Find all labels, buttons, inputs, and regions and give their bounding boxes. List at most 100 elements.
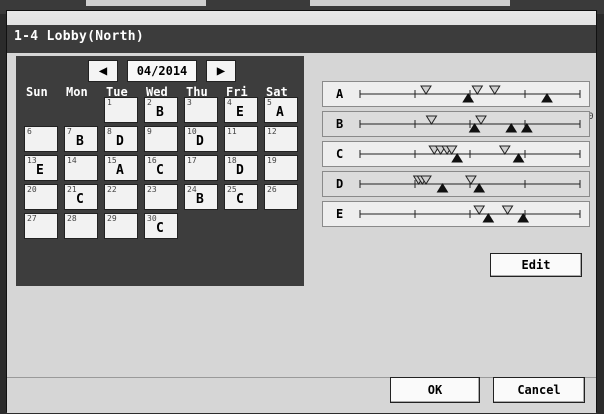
month-label: 04/2014 [127, 60, 197, 82]
on-event-icon [473, 183, 486, 193]
calendar-day-15[interactable]: 15 A [104, 155, 138, 181]
calendar-day-28[interactable]: 28 [64, 213, 98, 239]
calendar-day-23[interactable]: 23 [144, 184, 178, 210]
calendar-day-13[interactable]: 13 E [24, 155, 58, 181]
day-number: 2 [147, 98, 152, 107]
on-event-icon [462, 93, 475, 103]
off-event-icon [420, 85, 432, 95]
calendar-panel: ◀ 04/2014 ▶ Sun Mon Tue Wed Thu Fri Sat 12B34E… [16, 56, 304, 286]
calendar-day-9[interactable]: 9 [144, 126, 178, 152]
calendar-day-24[interactable]: 24 B [184, 184, 218, 210]
day-number: 27 [27, 214, 37, 223]
calendar-day-2[interactable]: 2B [144, 97, 178, 123]
on-event-icon [482, 213, 495, 223]
calendar-day-20[interactable]: 20 [24, 184, 58, 210]
prev-month-button[interactable]: ◀ [88, 60, 118, 82]
ok-button[interactable]: OK [390, 377, 480, 403]
day-pattern: D [236, 163, 244, 178]
day-number: 6 [27, 127, 32, 136]
day-number: 11 [227, 127, 237, 136]
calendar-day-16[interactable]: 16 C [144, 155, 178, 181]
on-event-icon [541, 93, 553, 103]
day-pattern: C [156, 221, 164, 236]
calendar-day-22[interactable]: 22 [104, 184, 138, 210]
day-pattern: B [156, 105, 164, 120]
timeline-row-b[interactable]: B [322, 111, 590, 137]
day-pattern: E [236, 105, 244, 120]
off-event-icon [473, 205, 486, 215]
calendar-day-25[interactable]: 25 C [224, 184, 258, 210]
calendar-day-27[interactable]: 27 [24, 213, 58, 239]
on-event-icon [468, 123, 481, 133]
timeline-row-e[interactable]: E [322, 201, 590, 227]
calendar-day-30[interactable]: 30 C [144, 213, 178, 239]
titlebar: 1-4 Lobby(North) [7, 11, 596, 55]
day-number: 12 [267, 127, 277, 136]
calendar-day-26[interactable]: 26 [264, 184, 298, 210]
timeline-row-a[interactable]: A [322, 81, 590, 107]
day-number: 19 [267, 156, 277, 165]
off-event-icon [471, 85, 484, 95]
day-pattern: C [156, 163, 164, 178]
calendar-day-4[interactable]: 4E [224, 97, 258, 123]
day-number: 8 [107, 127, 112, 136]
calendar-day-12[interactable]: 12 [264, 126, 298, 152]
calendar-day-7[interactable]: 7B [64, 126, 98, 152]
on-event-icon [451, 153, 464, 163]
calendar-day-11[interactable]: 11 [224, 126, 258, 152]
day-number: 5 [267, 98, 272, 107]
calendar-day-19[interactable]: 19 [264, 155, 298, 181]
schedule-window: 1-4 Lobby(North) ◀ 04/2014 ▶ Sun Mon Tue We… [6, 10, 597, 413]
calendar-day-21[interactable]: 21 C [64, 184, 98, 210]
day-pattern: B [76, 134, 84, 149]
day-number: 29 [107, 214, 117, 223]
timeline-row-c[interactable]: C [322, 141, 590, 167]
chevron-right-icon: ▶ [216, 63, 226, 79]
day-pattern: B [196, 192, 204, 207]
off-event-icon [465, 175, 477, 185]
on-event-icon [517, 213, 530, 223]
day-number: 28 [67, 214, 77, 223]
body-area: ◀ 04/2014 ▶ Sun Mon Tue Wed Thu Fri Sat 12B34E… [7, 55, 596, 413]
calendar-day-5[interactable]: 5A [264, 97, 298, 123]
day-number: 14 [67, 156, 77, 165]
calendar-day-8[interactable]: 8D [104, 126, 138, 152]
cancel-button[interactable]: Cancel [493, 377, 585, 403]
on-event-icon [505, 123, 518, 133]
calendar-day-10[interactable]: 10 D [184, 126, 218, 152]
day-number: 17 [187, 156, 197, 165]
day-number: 9 [147, 127, 152, 136]
next-month-button[interactable]: ▶ [206, 60, 236, 82]
weekday-mon: Mon [66, 85, 88, 99]
day-pattern: E [36, 163, 44, 178]
weekday-sun: Sun [26, 85, 48, 99]
timeline-row-d[interactable]: D [322, 171, 590, 197]
off-event-icon [488, 85, 501, 95]
day-number: 23 [147, 185, 157, 194]
calendar-day-18[interactable]: 18 D [224, 155, 258, 181]
calendar-day-3[interactable]: 3 [184, 97, 218, 123]
chevron-left-icon: ◀ [98, 63, 108, 79]
edit-button[interactable]: Edit [490, 253, 582, 277]
calendar-day-6[interactable]: 6 [24, 126, 58, 152]
calendar-day-29[interactable]: 29 [104, 213, 138, 239]
calendar-day-14[interactable]: 14 [64, 155, 98, 181]
on-event-icon [520, 123, 533, 133]
calendar-day-17[interactable]: 17 [184, 155, 218, 181]
day-number: 3 [187, 98, 192, 107]
off-event-icon [501, 205, 514, 215]
day-pattern: A [276, 105, 284, 120]
calendar-day-1[interactable]: 1 [104, 97, 138, 123]
day-number: 20 [27, 185, 37, 194]
off-event-icon [425, 115, 438, 125]
day-number: 4 [227, 98, 232, 107]
on-event-icon [436, 183, 449, 193]
day-pattern: D [116, 134, 124, 149]
day-number: 1 [107, 98, 112, 107]
off-event-icon [498, 145, 511, 155]
day-pattern: C [76, 192, 84, 207]
off-event-icon [475, 115, 487, 125]
day-number: 7 [67, 127, 72, 136]
day-pattern: C [236, 192, 244, 207]
window-title: 1-4 Lobby(North) [14, 29, 145, 44]
